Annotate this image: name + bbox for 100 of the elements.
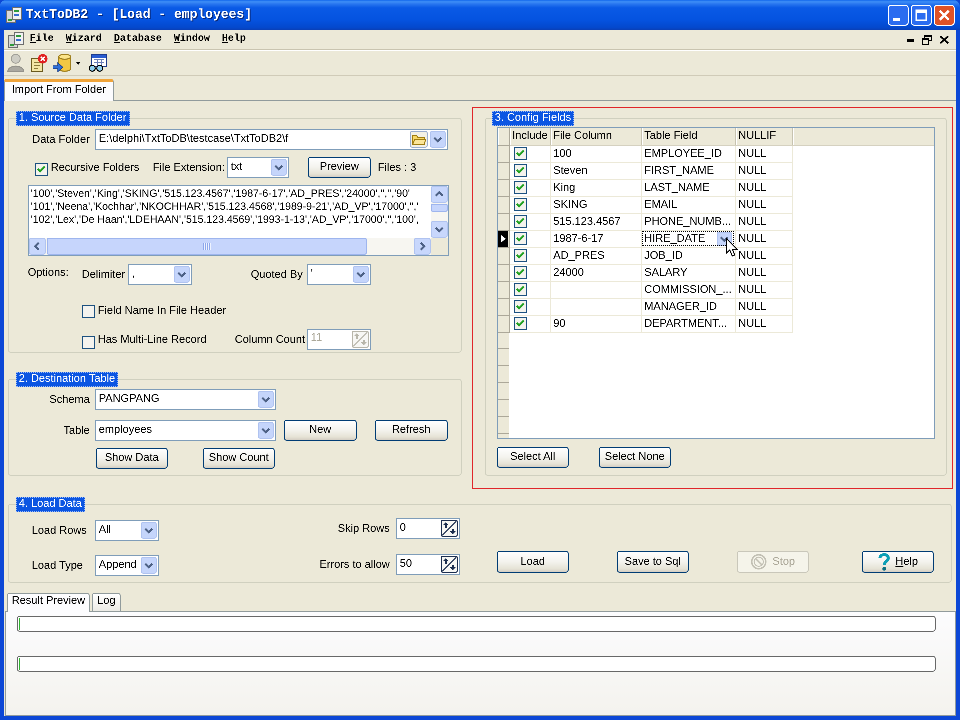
preview-line: '100','Steven','King','SKING','515.123.4567','1987-6-17','AD_PRES','24000','','','90' <box>31 188 412 201</box>
help-button[interactable]: Help <box>862 551 934 573</box>
close-icon[interactable] <box>940 36 949 44</box>
delimiter-dropdown[interactable]: , <box>128 264 192 285</box>
include-checkbox[interactable] <box>514 198 526 211</box>
tab[interactable]: Log <box>92 593 121 611</box>
group-title: 3. Config Fields <box>492 111 574 126</box>
multi-line-record-checkbox[interactable] <box>82 336 95 349</box>
table-cell: DEPARTMENT... <box>641 315 735 332</box>
column-header[interactable]: File Column <box>550 128 641 145</box>
minimize-icon[interactable] <box>907 38 914 42</box>
checkbox-label: Field Name In File Header <box>98 305 226 319</box>
include-checkbox[interactable] <box>514 181 526 194</box>
load-button[interactable]: Load <box>497 551 569 573</box>
errors-allowed-spinner[interactable]: 50 <box>396 554 460 575</box>
table-field-dropdown[interactable]: HIRE_DATE <box>641 230 735 248</box>
file-extension-dropdown[interactable]: txt <box>227 157 289 178</box>
table-cell: SALARY <box>641 264 735 282</box>
include-checkbox[interactable] <box>514 232 526 246</box>
show-count-button[interactable]: Show Count <box>203 448 275 469</box>
table-cell: AD_PRES <box>550 247 641 264</box>
column-header[interactable]: Include <box>509 128 550 145</box>
select-none-button[interactable]: Select None <box>599 447 671 468</box>
app-icon[interactable] <box>8 32 24 48</box>
tab[interactable]: Import From Folder <box>4 79 114 101</box>
file-preview-box[interactable] <box>28 185 449 256</box>
column-header[interactable]: Table Field <box>641 128 735 145</box>
spin-arrows-icon[interactable] <box>441 556 458 573</box>
include-checkbox[interactable] <box>514 147 526 160</box>
question-mark-icon <box>878 553 890 571</box>
menu-item[interactable]: Window <box>168 33 216 47</box>
table-cell: Steven <box>550 162 641 179</box>
group-title: 2. Destination Table <box>16 372 118 387</box>
tab[interactable]: Result Preview <box>7 593 90 612</box>
app-icon[interactable] <box>6 7 22 23</box>
scrollbar-thumb[interactable] <box>431 204 448 212</box>
include-checkbox[interactable] <box>514 249 526 262</box>
window-title: TxtToDB2 - [Load - employees] <box>26 6 252 24</box>
include-checkbox[interactable] <box>514 164 526 177</box>
table-cell: NULL <box>735 264 792 282</box>
load-rows-dropdown[interactable]: All <box>95 520 159 541</box>
menu-item[interactable]: Wizard <box>60 33 108 47</box>
field-label: Quoted By <box>251 269 304 284</box>
table-cell: 24000 <box>550 264 641 282</box>
table-cell: NULL <box>735 162 792 179</box>
show-data-button[interactable]: Show Data <box>96 448 168 469</box>
include-checkbox[interactable] <box>514 215 526 228</box>
window-glasses-icon[interactable] <box>89 54 107 72</box>
preview-line: '102','Lex','De Haan','LDEHAAN','515.123.4569','1993-1-13','AD_VP','17000','','100', <box>31 214 420 227</box>
include-checkbox[interactable] <box>514 266 526 280</box>
vertical-scrollbar[interactable] <box>431 186 448 238</box>
table-cell: NULL <box>735 145 792 162</box>
menu-item[interactable]: Database <box>108 33 168 47</box>
field-label: Table <box>62 425 90 440</box>
field-label: Delimiter <box>82 269 126 284</box>
schema-dropdown[interactable]: PANGPANG <box>95 389 276 410</box>
quote-character-dropdown[interactable]: ' <box>307 264 371 285</box>
include-checkbox[interactable] <box>514 317 526 330</box>
table-cell: NULL <box>735 315 792 332</box>
select-all-button[interactable]: Select All <box>497 447 569 468</box>
horizontal-scrollbar[interactable] <box>29 238 431 255</box>
table-cell: NULL <box>735 213 792 230</box>
table-cell: EMPLOYEE_ID <box>641 145 735 162</box>
menu-item[interactable]: Help <box>216 33 252 47</box>
field-label: File Extension: <box>153 162 226 176</box>
maximize-icon[interactable] <box>911 4 932 26</box>
load-type-dropdown[interactable]: Append <box>95 555 159 576</box>
table-dropdown[interactable]: employees <box>95 420 276 441</box>
no-entry-icon <box>750 554 767 570</box>
save-button[interactable]: Save to Sql <box>617 551 689 573</box>
table-cell: NULL <box>735 179 792 196</box>
refresh-button[interactable]: Refresh <box>375 420 448 441</box>
database-arrow-icon[interactable] <box>53 54 71 72</box>
table-cell: JOB_ID <box>641 247 735 264</box>
folder-icon[interactable] <box>410 131 428 148</box>
files-count: Files : 3 <box>378 162 417 176</box>
scrollbar-thumb[interactable] <box>47 238 367 255</box>
document-x-icon[interactable] <box>30 54 48 72</box>
skip-rows-spinner[interactable]: 0 <box>396 518 460 539</box>
preview-button[interactable]: Preview <box>308 157 371 178</box>
field-label: Data Folder <box>32 134 90 148</box>
table-cell: 515.123.4567 <box>550 213 641 230</box>
spin-arrows-icon[interactable] <box>441 520 458 537</box>
data-folder-field[interactable]: E:\delphi\TxtToDB\testcase\TxtToDB2\f <box>95 129 448 150</box>
table-cell: NULL <box>735 230 792 248</box>
include-checkbox[interactable] <box>514 300 526 314</box>
new-button[interactable]: New <box>284 420 357 441</box>
checkbox-label: Has Multi-Line Record <box>98 334 208 348</box>
restore-icon[interactable] <box>922 35 932 45</box>
include-checkbox[interactable] <box>514 283 526 296</box>
table-cell: EMAIL <box>641 196 735 213</box>
table-cell: 1987-6-17 <box>550 230 641 248</box>
recursive-folders-checkbox[interactable] <box>35 163 48 176</box>
field-name-header-checkbox[interactable] <box>82 305 95 318</box>
column-header[interactable]: NULLIF <box>735 128 792 145</box>
menu-item[interactable]: File <box>24 33 60 47</box>
table-cell: 100 <box>550 145 641 162</box>
table-cell: 90 <box>550 315 641 332</box>
row-header[interactable] <box>498 230 509 248</box>
caret-icon[interactable] <box>76 62 81 64</box>
